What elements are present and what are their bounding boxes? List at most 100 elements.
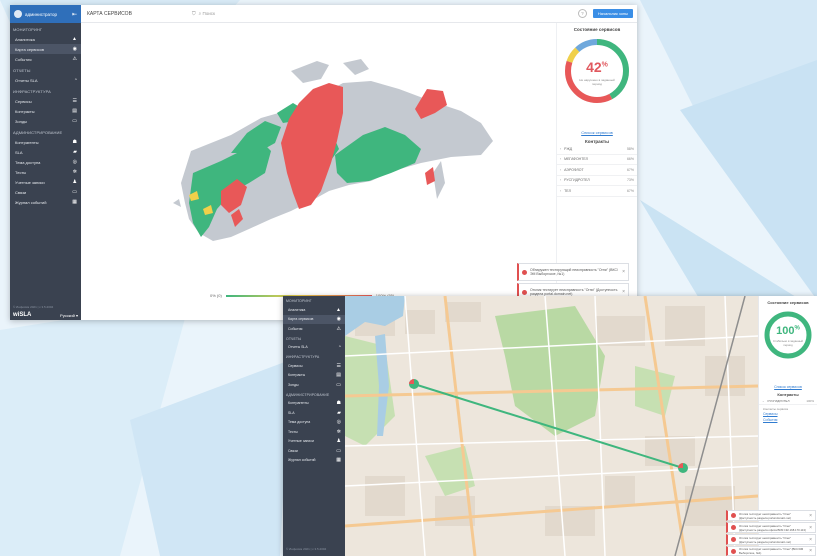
- notification[interactable]: Отклик тестирует неисправность "Огни" (Д…: [726, 534, 816, 545]
- sidebar-item[interactable]: Аналитика ▲: [10, 34, 81, 44]
- warning-icon: ⚠: [72, 56, 77, 62]
- language-select[interactable]: Русский ▾: [60, 313, 78, 318]
- sidebar-item[interactable]: Контрагенты ☗: [283, 399, 345, 409]
- sidebar-section-title: АДМИНИСТРИРОВАНИЕ: [286, 392, 330, 397]
- users-icon: ☗: [336, 400, 341, 407]
- contract-row[interactable]: › АЭРОФЛОТ 67%: [557, 165, 637, 176]
- sidebar-item[interactable]: Сервисы ☰: [10, 96, 81, 106]
- sidebar-item[interactable]: Контрагенты ☗: [10, 137, 81, 147]
- site-marker-b[interactable]: [678, 463, 688, 473]
- user-icon: ♟: [72, 179, 77, 185]
- notification-text: Отклик тестирует неисправность "Огни" (Д…: [530, 288, 618, 296]
- sidebar-item-label: Контракты: [288, 373, 306, 378]
- close-icon[interactable]: ×: [809, 525, 812, 531]
- sidebar-item-label: Отчеты SLA: [15, 77, 38, 83]
- close-icon[interactable]: ×: [622, 269, 625, 275]
- doc-icon: ▤: [336, 372, 341, 379]
- map-region-red-far-east: [425, 167, 435, 185]
- contract-row[interactable]: › РЖД 58%: [557, 144, 637, 155]
- sidebar-item-label: Тема доступа: [15, 159, 41, 165]
- sidebar-section-title: ОТЧЕТЫ: [13, 68, 31, 73]
- search-input[interactable]: ⌕ Поиск: [199, 11, 215, 16]
- notification[interactable]: Отклик тестирует неисправность "Огни" (Д…: [726, 510, 816, 521]
- city-map[interactable]: [345, 296, 758, 556]
- sidebar-item[interactable]: Тесты ✲: [10, 167, 81, 177]
- sidebar-item[interactable]: События ⚠: [283, 324, 345, 334]
- sidebar-item[interactable]: Отчеты SLA ◔: [10, 75, 81, 85]
- russia-service-map[interactable]: [81, 23, 556, 320]
- sidebar-item[interactable]: Карта сервисов ◉: [283, 314, 345, 324]
- sidebar-item[interactable]: Контракты ▤: [10, 106, 81, 116]
- contract-row[interactable]: ⌄ РУСГИДРОТЕЛ 100%: [759, 397, 817, 405]
- sidebar-item[interactable]: Карта сервисов ◉: [10, 44, 81, 54]
- contract-percent: 58%: [626, 146, 634, 151]
- service-map-window: администратор ⇤ МОНИТОРИНГ Аналитика ▲ Карт…: [10, 5, 637, 320]
- notification[interactable]: Отклик тестирует неисправность "Огни" (Д…: [726, 522, 816, 533]
- list-icon: ☰: [72, 98, 77, 104]
- user-role-button[interactable]: Начальник зоны: [592, 9, 633, 18]
- version-text: © Инфосим 2021 | v 3.5.2004: [13, 305, 54, 309]
- probe-icon: ▭: [72, 118, 77, 124]
- sidebar-nav: МОНИТОРИНГ Аналитика ▲ Карта сервисов ◉ Событ…: [10, 23, 81, 207]
- notification[interactable]: Обнаружен тестирующий неисправность "Огн…: [517, 263, 629, 281]
- services-list-link[interactable]: Список сервисов: [759, 385, 817, 389]
- contract-name: РУСГИДРОТЕЛ: [767, 398, 790, 403]
- help-icon[interactable]: ?: [577, 9, 587, 18]
- sidebar-item[interactable]: Журнал событий ▦: [10, 197, 81, 207]
- sidebar-item-label: Журнал событий: [15, 199, 47, 205]
- sidebar-item[interactable]: Журнал событий ▦: [283, 456, 345, 466]
- sidebar-item[interactable]: Тема доступа ◎: [283, 418, 345, 428]
- sidebar-footer: © Инфосим 2021 | v 3.5.2004 wiSLA Русски…: [13, 305, 78, 318]
- sidebar-item[interactable]: Связи ▭: [283, 446, 345, 456]
- status-donut: 42% Не нарушено в заданный период: [562, 36, 632, 106]
- sidebar-item-label: Контрагенты: [15, 139, 39, 145]
- filter-icon[interactable]: ⛉: [192, 11, 196, 17]
- contract-name: РЖД: [564, 146, 573, 151]
- services-list-link[interactable]: Список сервисов: [557, 130, 637, 135]
- language-label: Русский: [60, 312, 75, 318]
- site-marker-a[interactable]: [409, 379, 419, 389]
- close-icon[interactable]: ×: [809, 537, 812, 543]
- sidebar-item[interactable]: SLA ▰: [283, 408, 345, 418]
- sidebar-item-label: Связи: [288, 448, 298, 453]
- contract-row[interactable]: › МЕГАФОНТЕЛ 66%: [557, 155, 637, 165]
- sidebar-item[interactable]: Учетные записи ♟: [283, 437, 345, 447]
- contracts-list: › РЖД 58% › МЕГАФОНТЕЛ 66% › АЭРОФЛОТ 67% › РУСГИД…: [557, 144, 637, 197]
- map-region-kaliningrad: [173, 199, 181, 207]
- sidebar-item[interactable]: Аналитика ▲: [283, 305, 345, 315]
- sidebar-item[interactable]: Сервисы ☰: [283, 361, 345, 371]
- sidebar-section-title: АДМИНИСТРИРОВАНИЕ: [13, 130, 63, 135]
- contract-percent: 67%: [626, 188, 634, 193]
- alert-dot-icon: [522, 269, 527, 275]
- events-link[interactable]: События: [759, 417, 817, 423]
- sidebar-item[interactable]: Контракты ▤: [283, 371, 345, 381]
- sidebar-item-label: События: [288, 326, 303, 331]
- sidebar-item[interactable]: Отчеты SLA ◔: [283, 343, 345, 353]
- sidebar-item-label: Тесты: [15, 169, 27, 175]
- sidebar-item[interactable]: События ⚠: [10, 54, 81, 64]
- gear-icon: ✲: [72, 169, 77, 175]
- sidebar-item-label: SLA: [15, 149, 23, 155]
- notification[interactable]: Отклик тестирует неисправность "Огни" (В…: [726, 546, 816, 556]
- sidebar-item[interactable]: Учетные записи ♟: [10, 177, 81, 187]
- sidebar-item[interactable]: Тесты ✲: [283, 427, 345, 437]
- alert-dot-icon: [522, 289, 527, 295]
- status-percent-sub: Стабильно в заданный период: [773, 339, 803, 347]
- contract-percent: 67%: [626, 167, 634, 172]
- sidebar-item[interactable]: Связи ▭: [10, 187, 81, 197]
- monitor-icon: ▭: [72, 189, 77, 195]
- sidebar-item[interactable]: Зонды ▭: [10, 116, 81, 126]
- sidebar-item[interactable]: Тема доступа ◎: [10, 157, 81, 167]
- status-percent: 100%: [762, 325, 814, 337]
- close-icon[interactable]: ×: [809, 513, 812, 519]
- close-icon[interactable]: ×: [622, 289, 625, 295]
- sidebar-item-label: Сервисы: [15, 98, 32, 104]
- sidebar-item[interactable]: Зонды ▭: [283, 380, 345, 390]
- close-icon[interactable]: ×: [809, 548, 812, 554]
- sidebar-item[interactable]: SLA ▰: [10, 147, 81, 157]
- contract-row[interactable]: › ТЕЛ 67%: [557, 186, 637, 197]
- contract-row[interactable]: › РУСГИДРОТЕЛ 73%: [557, 176, 637, 186]
- sidebar-user-header[interactable]: администратор ⇤: [10, 5, 81, 23]
- target-icon: ◎: [72, 159, 77, 165]
- collapse-sidebar-icon[interactable]: ⇤: [72, 11, 77, 18]
